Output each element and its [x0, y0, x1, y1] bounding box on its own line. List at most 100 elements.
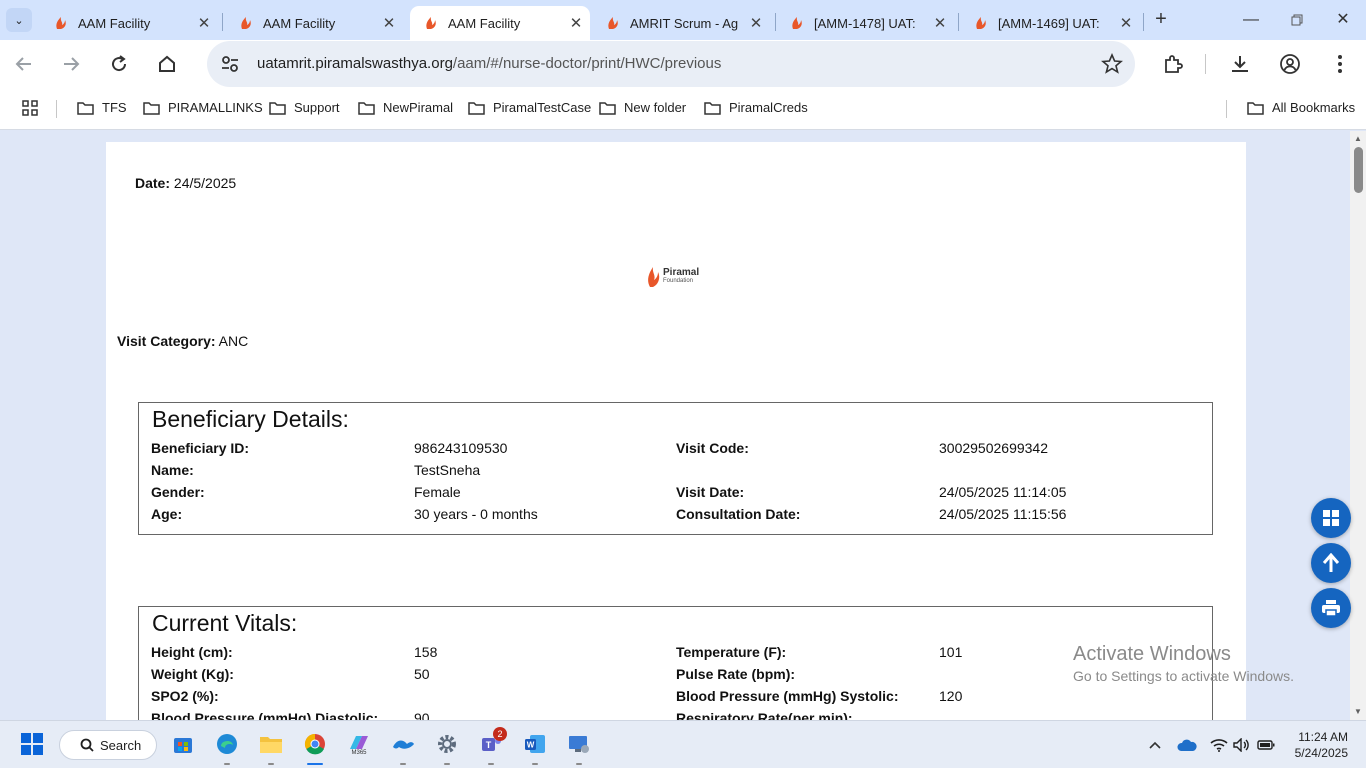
taskbar-search[interactable]: Search — [59, 730, 157, 760]
file-explorer-app[interactable] — [258, 731, 284, 757]
bookmark-folder-new-folder[interactable]: New folder — [599, 100, 686, 115]
show-hidden-icons-button[interactable] — [1145, 735, 1165, 755]
field-value: 30029502699342 — [939, 440, 1049, 456]
start-button[interactable] — [19, 731, 45, 757]
bookmark-folder-support[interactable]: Support — [269, 100, 340, 115]
system-clock[interactable]: 11:24 AM 5/24/2025 — [1284, 729, 1348, 761]
close-icon[interactable]: ✕ — [568, 14, 584, 32]
battery-tray[interactable] — [1256, 735, 1276, 755]
dashboard-fab-button[interactable] — [1311, 498, 1351, 538]
detail-row: Height (cm): 158 Temperature (F): 101 — [151, 644, 1201, 664]
edge-app[interactable] — [214, 731, 240, 757]
back-button[interactable] — [10, 50, 38, 78]
profile-button[interactable] — [1276, 50, 1304, 78]
m365-app[interactable]: M365 — [346, 731, 372, 757]
apps-button[interactable] — [22, 100, 46, 116]
arrow-left-icon — [15, 57, 31, 71]
folder-icon — [1247, 101, 1264, 115]
clock-date: 5/24/2025 — [1294, 746, 1348, 760]
new-tab-button[interactable]: + — [1150, 8, 1172, 32]
browser-tab[interactable]: AAM Facility ✕ — [225, 6, 403, 40]
download-icon — [1232, 56, 1248, 72]
browser-tab[interactable]: [AMM-1478] UAT: ✕ — [776, 6, 954, 40]
bookmark-folder-piramalcreds[interactable]: PiramalCreds — [704, 100, 808, 115]
field-label: Visit Date: — [676, 484, 745, 500]
settings-app[interactable] — [434, 731, 460, 757]
close-icon[interactable]: ✕ — [381, 14, 397, 32]
field-label: Weight (Kg): — [151, 666, 234, 682]
browser-tab-active[interactable]: AAM Facility ✕ — [410, 6, 590, 40]
all-bookmarks-button[interactable]: All Bookmarks — [1247, 100, 1355, 115]
scrollbar-thumb[interactable] — [1354, 147, 1363, 193]
logo-text: Piramal Foundation — [663, 268, 699, 286]
scroll-up-arrow-icon[interactable]: ▲ — [1353, 134, 1363, 144]
detail-row: SPO2 (%): Blood Pressure (mmHg) Systolic… — [151, 688, 1201, 708]
minimize-button[interactable]: — — [1240, 8, 1262, 32]
field-value: 986243109530 — [414, 440, 508, 456]
home-button[interactable] — [153, 50, 181, 78]
field-value: 30 years - 0 months — [414, 506, 538, 522]
close-icon[interactable]: ✕ — [1118, 14, 1134, 32]
remote-desktop-icon — [569, 736, 589, 753]
store-app[interactable] — [170, 731, 196, 757]
browser-tab[interactable]: AAM Facility ✕ — [40, 6, 218, 40]
clock-time: 11:24 AM — [1298, 730, 1348, 744]
store-icon — [174, 738, 192, 753]
piramal-favicon-icon — [426, 17, 436, 29]
print-fab-button[interactable] — [1311, 588, 1351, 628]
bookmark-label: PIRAMALLINKS — [168, 100, 263, 115]
bookmark-folder-piramallinks[interactable]: PIRAMALLINKS — [143, 100, 263, 115]
chrome-icon — [304, 733, 325, 755]
reload-button[interactable] — [105, 50, 133, 78]
scroll-down-arrow-icon[interactable]: ▼ — [1353, 707, 1363, 717]
svg-text:T: T — [486, 740, 492, 750]
field-label: Height (cm): — [151, 644, 233, 660]
tab-search-button[interactable]: ⌄ — [6, 8, 32, 32]
tab-separator — [222, 13, 223, 31]
field-value: 24/05/2025 11:14:05 — [939, 484, 1067, 500]
word-app[interactable]: W — [522, 731, 548, 757]
cloud-wave-icon — [393, 740, 414, 749]
bookmark-folder-piramaltestcase[interactable]: PiramalTestCase — [468, 100, 591, 115]
page-viewport: Date: 24/5/2025 Piramal Foundation Visit… — [0, 131, 1350, 720]
restore-button[interactable] — [1286, 8, 1308, 32]
browser-tab[interactable]: [AMM-1469] UAT: ✕ — [960, 6, 1140, 40]
volume-tray[interactable] — [1232, 735, 1252, 755]
remote-desktop-app[interactable] — [566, 731, 592, 757]
menu-button[interactable] — [1326, 50, 1354, 78]
site-settings-icon[interactable] — [219, 53, 241, 75]
page-scrollbar[interactable]: ▲ ▼ — [1350, 131, 1366, 720]
address-bar[interactable]: uatamrit.piramalswasthya.org/aam/#/nurse… — [207, 41, 1135, 87]
running-indicator — [224, 763, 230, 765]
field-value: 50 — [414, 666, 430, 682]
bookmarks-separator — [1226, 100, 1227, 118]
field-value: 24/05/2025 11:15:56 — [939, 506, 1067, 522]
extensions-button[interactable] — [1159, 50, 1187, 78]
running-indicator — [268, 763, 274, 765]
jira-favicon-icon — [792, 17, 802, 29]
close-icon: ✕ — [1336, 11, 1350, 28]
arrow-up-icon — [1322, 553, 1340, 572]
downloads-button[interactable] — [1226, 50, 1254, 78]
scroll-top-fab-button[interactable] — [1311, 543, 1351, 583]
onedrive-tray[interactable] — [1177, 735, 1197, 755]
wifi-tray[interactable] — [1209, 735, 1229, 755]
tab-strip: ⌄ AAM Facility ✕ AAM Facility ✕ AAM Faci… — [0, 0, 1366, 40]
wifi-icon — [1210, 739, 1228, 752]
close-icon[interactable]: ✕ — [932, 14, 948, 32]
bookmark-folder-newpiramal[interactable]: NewPiramal — [358, 100, 453, 115]
bookmark-folder-tfs[interactable]: TFS — [77, 100, 127, 115]
bookmarks-separator — [56, 100, 57, 118]
field-label: Consultation Date: — [676, 506, 801, 522]
bookmark-star-icon[interactable] — [1101, 53, 1123, 75]
chrome-app[interactable] — [302, 731, 328, 757]
close-window-button[interactable]: ✕ — [1332, 8, 1354, 32]
forward-button[interactable] — [57, 50, 85, 78]
browser-tab[interactable]: AMRIT Scrum - Ag ✕ — [592, 6, 770, 40]
azure-data-studio-app[interactable] — [390, 731, 416, 757]
bookmark-label: NewPiramal — [383, 100, 454, 115]
running-indicator — [400, 763, 406, 765]
folder-icon — [143, 101, 160, 115]
close-icon[interactable]: ✕ — [748, 14, 764, 32]
close-icon[interactable]: ✕ — [196, 14, 212, 32]
